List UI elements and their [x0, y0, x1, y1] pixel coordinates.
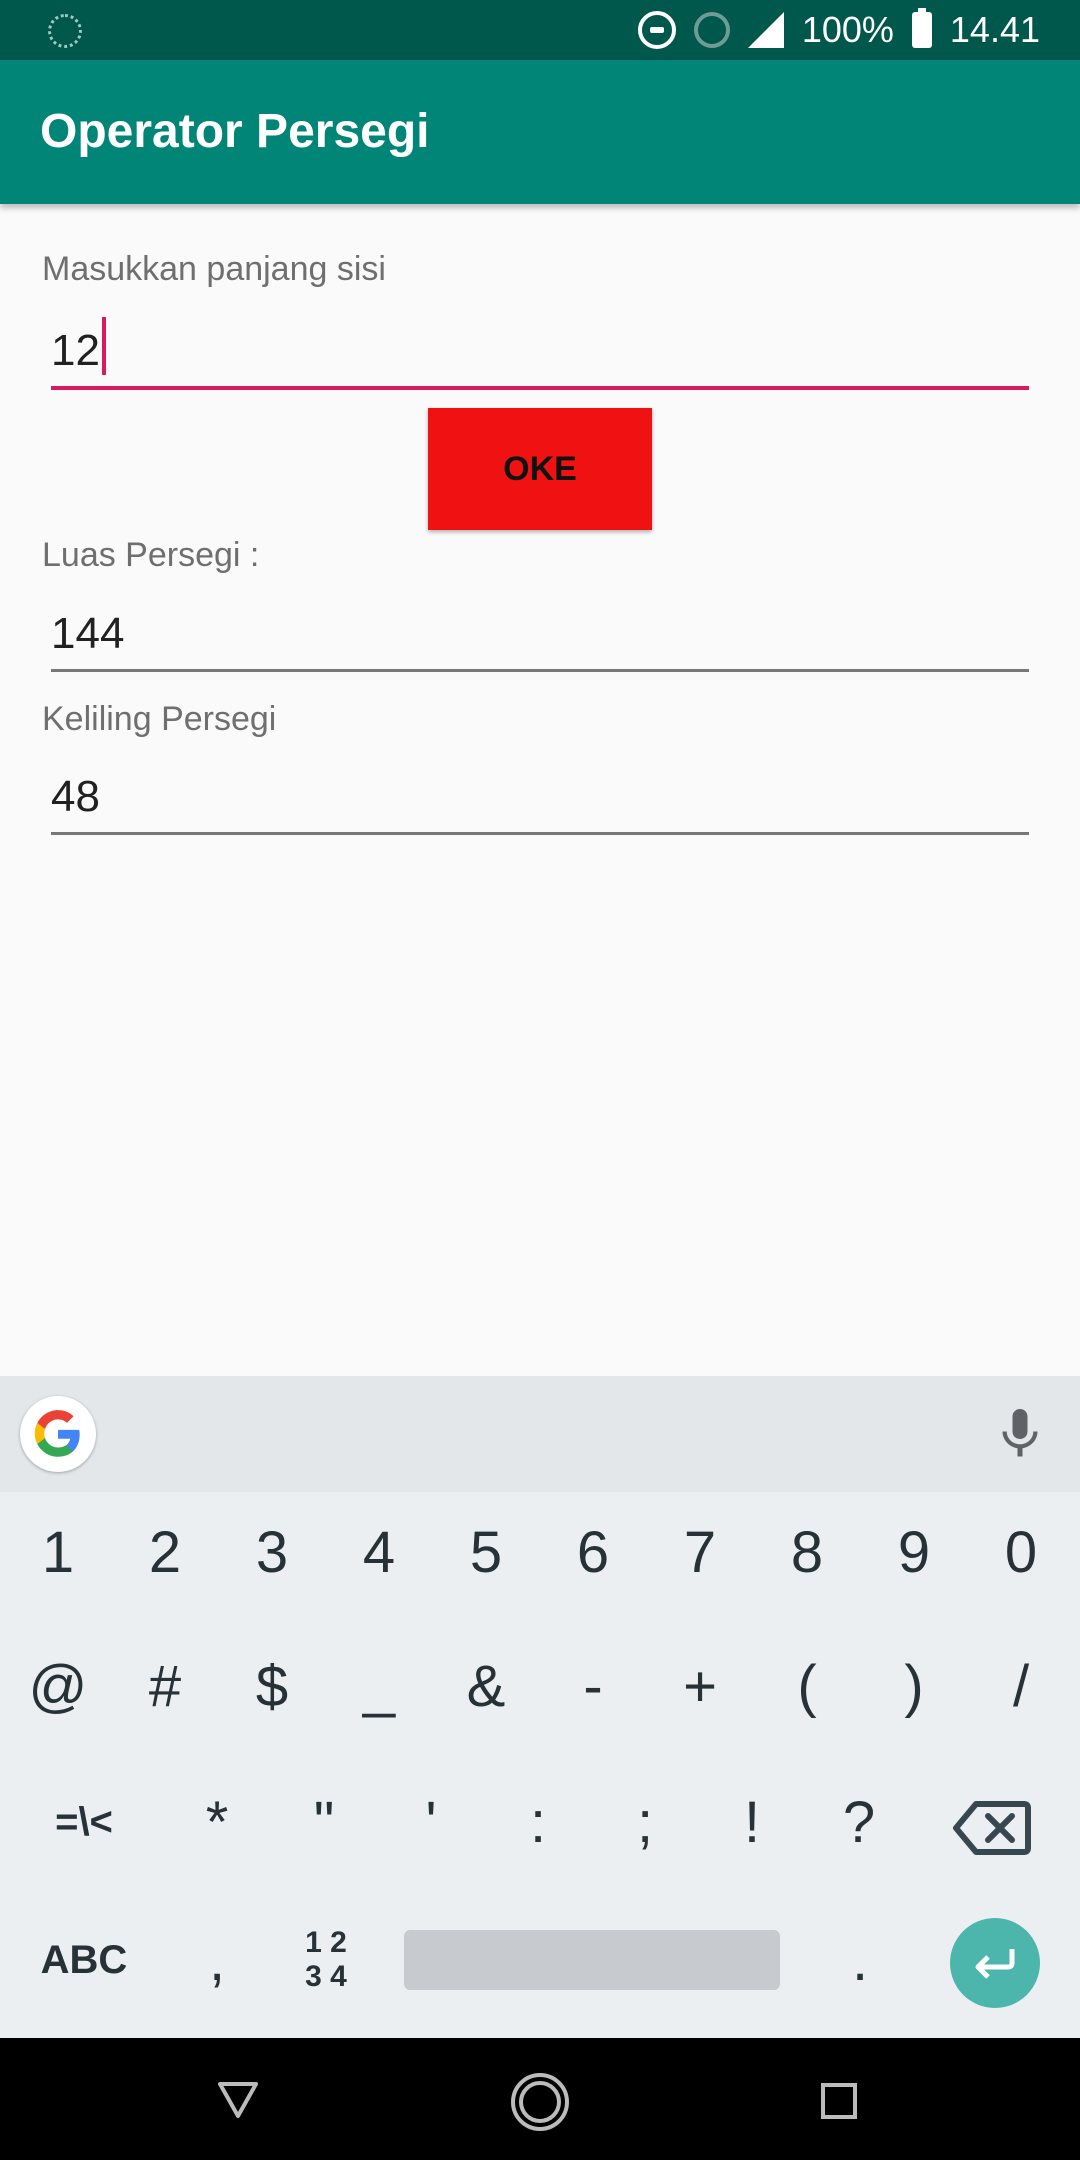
numpad-switch-top: 1 2 — [305, 1926, 347, 1959]
space-bar[interactable] — [404, 1930, 780, 1990]
status-bar: 100% 14.41 — [0, 0, 1080, 60]
key-9[interactable]: 9 — [864, 1492, 964, 1612]
key-minus[interactable]: - — [543, 1626, 643, 1746]
key-3[interactable]: 3 — [222, 1492, 322, 1612]
key-numpad-switch[interactable]: 1 2 3 4 — [276, 1900, 376, 2020]
app-title: Operator Persegi — [40, 105, 430, 158]
key-more-symbols[interactable]: =\< — [34, 1762, 134, 1882]
side-length-value: 12 — [51, 326, 100, 375]
area-field[interactable]: 144 — [51, 600, 1029, 672]
key-exclamation[interactable]: ! — [702, 1762, 802, 1882]
key-plus[interactable]: + — [650, 1626, 750, 1746]
key-dollar[interactable]: $ — [222, 1626, 322, 1746]
enter-icon — [975, 1949, 1015, 1979]
backspace-icon[interactable] — [952, 1798, 1032, 1858]
enter-key[interactable] — [950, 1918, 1040, 2008]
key-underscore[interactable]: _ — [329, 1626, 429, 1746]
side-length-label: Masukkan panjang sisi — [42, 250, 386, 288]
do-not-disturb-icon — [637, 11, 676, 49]
key-0[interactable]: 0 — [971, 1492, 1071, 1612]
battery-percent: 100% — [801, 9, 894, 50]
key-slash[interactable]: / — [971, 1626, 1071, 1746]
key-single-quote[interactable]: ' — [381, 1762, 481, 1882]
ok-button[interactable]: OKE — [428, 408, 652, 530]
key-open-paren[interactable]: ( — [757, 1626, 857, 1746]
alarm-icon — [693, 12, 730, 48]
clock: 14.41 — [949, 9, 1040, 50]
perimeter-label: Keliling Persegi — [42, 700, 277, 738]
key-period[interactable]: . — [810, 1900, 910, 2020]
loading-icon — [48, 14, 82, 48]
key-6[interactable]: 6 — [543, 1492, 643, 1612]
keyboard: 1 2 3 4 5 6 7 8 9 0 @ # $ _ & - + ( ) / … — [0, 1492, 1080, 2038]
key-2[interactable]: 2 — [115, 1492, 215, 1612]
battery-icon — [911, 8, 932, 48]
key-semicolon[interactable]: ; — [595, 1762, 695, 1882]
back-icon[interactable] — [216, 2080, 260, 2120]
key-at[interactable]: @ — [8, 1626, 108, 1746]
google-icon[interactable] — [20, 1396, 96, 1472]
text-cursor — [101, 317, 106, 375]
key-7[interactable]: 7 — [650, 1492, 750, 1612]
app-bar: Operator Persegi — [0, 60, 1080, 204]
home-icon[interactable] — [508, 2070, 572, 2134]
side-length-input[interactable]: 12 — [51, 317, 1029, 390]
perimeter-field[interactable]: 48 — [51, 763, 1029, 835]
perimeter-value: 48 — [51, 772, 100, 821]
area-value: 144 — [51, 609, 125, 658]
keyboard-toolbar — [0, 1376, 1080, 1492]
key-ampersand[interactable]: & — [436, 1626, 536, 1746]
key-colon[interactable]: : — [488, 1762, 588, 1882]
key-comma[interactable]: , — [167, 1900, 267, 2020]
key-question[interactable]: ? — [809, 1762, 909, 1882]
key-8[interactable]: 8 — [757, 1492, 857, 1612]
key-abc[interactable]: ABC — [34, 1900, 134, 2020]
recents-icon[interactable] — [820, 2082, 858, 2120]
key-5[interactable]: 5 — [436, 1492, 536, 1612]
signal-icon — [747, 12, 784, 48]
key-double-quote[interactable]: " — [274, 1762, 374, 1882]
key-hash[interactable]: # — [115, 1626, 215, 1746]
key-1[interactable]: 1 — [8, 1492, 108, 1612]
key-close-paren[interactable]: ) — [864, 1626, 964, 1746]
numpad-switch-bottom: 3 4 — [305, 1960, 347, 1993]
key-asterisk[interactable]: * — [167, 1762, 267, 1882]
navigation-bar — [0, 2038, 1080, 2160]
key-4[interactable]: 4 — [329, 1492, 429, 1612]
area-label: Luas Persegi : — [42, 536, 260, 574]
microphone-icon[interactable] — [990, 1404, 1050, 1464]
